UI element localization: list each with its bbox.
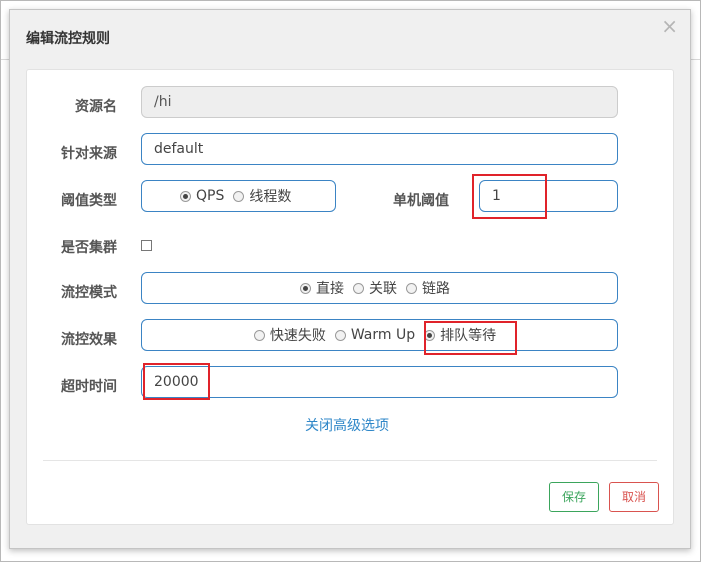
threshold-type-threads[interactable]: 线程数: [233, 186, 291, 206]
flow-mode-chain[interactable]: 链路: [406, 278, 450, 298]
flow-effect-label: 流控效果: [61, 332, 117, 348]
radio-icon: [334, 329, 346, 341]
radio-icon: [253, 329, 265, 341]
radio-icon: [406, 282, 417, 294]
cancel-button[interactable]: 取消: [609, 482, 659, 512]
highlight-box-threshold: [472, 174, 547, 219]
close-advanced-options-link[interactable]: 关闭高级选项: [305, 415, 389, 435]
cluster-label: 是否集群: [61, 240, 117, 256]
resource-input[interactable]: /hi: [141, 86, 618, 118]
resource-label: 资源名: [75, 99, 117, 115]
timeout-label: 超时时间: [61, 379, 117, 395]
source-input[interactable]: default: [141, 133, 618, 165]
dialog-title: 编辑流控规则: [26, 31, 110, 47]
footer-divider: [43, 460, 657, 461]
highlight-box-timeout: [143, 363, 210, 400]
threshold-type-label: 阈值类型: [61, 193, 117, 209]
edit-flow-rule-dialog: 编辑流控规则 × 资源名 /hi 针对来源 default 阈值类型 QPS 线…: [9, 9, 691, 549]
flow-mode-direct[interactable]: 直接: [300, 278, 344, 298]
close-icon[interactable]: ×: [661, 16, 678, 36]
radio-icon: [233, 190, 245, 202]
timeout-input[interactable]: 20000: [141, 366, 618, 398]
radio-icon: [353, 282, 364, 294]
radio-selected-icon: [300, 282, 311, 294]
form-panel: 资源名 /hi 针对来源 default 阈值类型 QPS 线程数 单机阈值 1: [26, 69, 674, 525]
flow-mode-label: 流控模式: [61, 285, 117, 301]
flow-effect-group: 快速失败 Warm Up 排队等待: [141, 319, 618, 351]
cluster-checkbox[interactable]: [141, 240, 152, 251]
source-label: 针对来源: [61, 146, 117, 162]
screenshot-frame: 编辑流控规则 × 资源名 /hi 针对来源 default 阈值类型 QPS 线…: [0, 0, 701, 562]
highlight-box-queue: [424, 321, 517, 355]
threshold-type-qps[interactable]: QPS: [180, 188, 224, 204]
flow-mode-group: 直接 关联 链路: [141, 272, 618, 304]
flow-mode-associate[interactable]: 关联: [353, 278, 397, 298]
flow-effect-warm-up[interactable]: Warm Up: [334, 327, 415, 343]
flow-effect-fail-fast[interactable]: 快速失败: [253, 325, 326, 345]
threshold-type-group: QPS 线程数: [141, 180, 336, 212]
radio-selected-icon: [180, 190, 191, 202]
save-button[interactable]: 保存: [549, 482, 599, 512]
single-threshold-label: 单机阈值: [393, 193, 449, 209]
